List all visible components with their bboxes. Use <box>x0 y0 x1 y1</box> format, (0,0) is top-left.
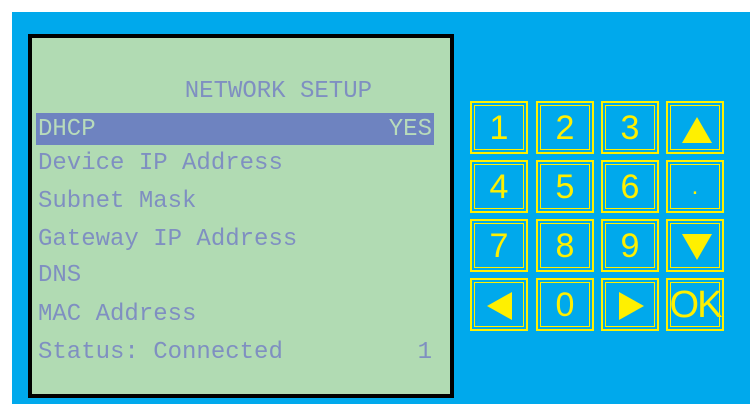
status-value: 1 <box>417 339 432 366</box>
menu-item-label: MAC Address <box>38 301 197 328</box>
right-arrow-icon <box>619 292 644 320</box>
key-7[interactable]: 7 <box>470 219 528 272</box>
menu-item-label: Subnet Mask <box>38 188 197 215</box>
down-arrow-key[interactable] <box>666 219 724 272</box>
menu-item-label: DHCP <box>38 116 96 143</box>
key-dot[interactable]: . <box>666 160 724 213</box>
key-1[interactable]: 1 <box>470 101 528 154</box>
key-6[interactable]: 6 <box>601 160 659 213</box>
key-9[interactable]: 9 <box>601 219 659 272</box>
menu-item-dns[interactable]: DNS <box>38 259 434 291</box>
ok-key[interactable]: OK <box>666 278 724 331</box>
menu-item-label: Device IP Address <box>38 150 283 177</box>
menu-item-dhcp[interactable]: DHCP YES <box>36 113 434 145</box>
left-arrow-key[interactable] <box>470 278 528 331</box>
status-label: Status: Connected <box>38 339 283 366</box>
key-2[interactable]: 2 <box>536 101 594 154</box>
right-arrow-key[interactable] <box>601 278 659 331</box>
menu-item-label: Gateway IP Address <box>38 226 298 253</box>
key-8[interactable]: 8 <box>536 219 594 272</box>
menu-item-label: DNS <box>38 262 82 289</box>
menu-item-subnet-mask[interactable]: Subnet Mask <box>38 185 434 217</box>
key-4[interactable]: 4 <box>470 160 528 213</box>
lcd-screen: NETWORK SETUP DHCP YES Device IP Address… <box>28 34 454 398</box>
menu-item-device-ip[interactable]: Device IP Address <box>38 147 434 179</box>
key-0[interactable]: 0 <box>536 278 594 331</box>
key-3[interactable]: 3 <box>601 101 659 154</box>
status-row: Status: Connected 1 <box>38 336 434 368</box>
up-arrow-icon <box>682 117 712 143</box>
down-arrow-icon <box>682 234 712 260</box>
key-5[interactable]: 5 <box>536 160 594 213</box>
screen-title: NETWORK SETUP <box>184 78 372 105</box>
menu-item-gateway-ip[interactable]: Gateway IP Address <box>38 223 434 255</box>
dhcp-value: YES <box>388 116 432 143</box>
menu-item-mac-address[interactable]: MAC Address <box>38 298 434 330</box>
up-arrow-key[interactable] <box>666 101 724 154</box>
left-arrow-icon <box>487 292 512 320</box>
